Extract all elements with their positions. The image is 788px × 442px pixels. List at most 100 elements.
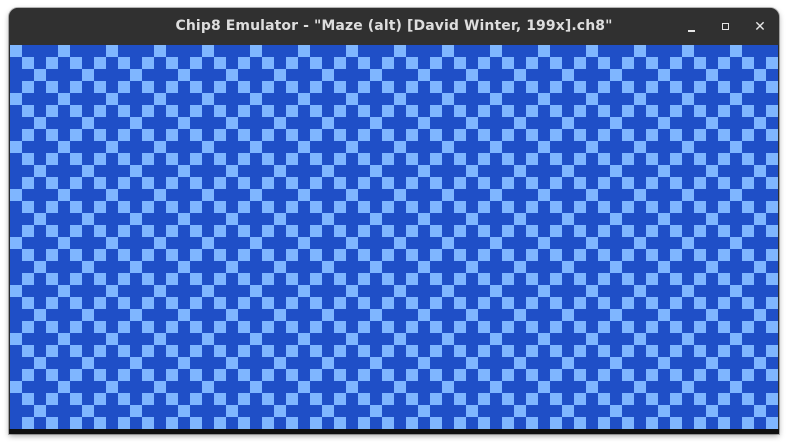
display-pixel (430, 57, 442, 69)
display-pixel (694, 57, 706, 69)
display-pixel (322, 69, 334, 81)
display-pixel (430, 153, 442, 165)
display-pixel (334, 129, 346, 141)
display-pixel (166, 81, 178, 93)
display-pixel (514, 357, 526, 369)
display-pixel (646, 369, 658, 381)
display-pixel (538, 189, 550, 201)
display-pixel (706, 357, 718, 369)
display-pixel (490, 381, 502, 393)
display-pixel (538, 333, 550, 345)
display-pixel (190, 321, 202, 333)
display-pixel (70, 105, 82, 117)
display-pixel (670, 249, 682, 261)
display-pixel (142, 129, 154, 141)
display-pixel (526, 345, 538, 357)
display-pixel (454, 105, 466, 117)
display-pixel (502, 273, 514, 285)
minimize-button[interactable] (680, 16, 704, 38)
display-pixel (622, 249, 634, 261)
display-pixel (406, 417, 418, 429)
display-pixel (142, 273, 154, 285)
display-pixel (538, 45, 550, 57)
maximize-button[interactable] (714, 16, 738, 38)
display-pixel (526, 393, 538, 405)
display-pixel (562, 117, 574, 129)
display-pixel (226, 165, 238, 177)
display-pixel (478, 297, 490, 309)
display-pixel (262, 225, 274, 237)
display-pixel (154, 189, 166, 201)
display-pixel (706, 405, 718, 417)
display-pixel (166, 273, 178, 285)
display-pixel (34, 69, 46, 81)
display-pixel (658, 405, 670, 417)
display-pixel (190, 177, 202, 189)
display-pixel (46, 57, 58, 69)
display-pixel (298, 93, 310, 105)
display-pixel (718, 177, 730, 189)
display-pixel (394, 93, 406, 105)
display-pixel (46, 129, 58, 141)
display-pixel (334, 297, 346, 309)
display-pixel (118, 417, 130, 429)
display-pixel (382, 57, 394, 69)
display-pixel (430, 345, 442, 357)
display-pixel (118, 249, 130, 261)
display-pixel (370, 261, 382, 273)
display-pixel (586, 93, 598, 105)
close-button[interactable]: ✕ (748, 16, 772, 38)
display-pixel (610, 69, 622, 81)
display-pixel (262, 345, 274, 357)
display-pixel (478, 57, 490, 69)
display-pixel (214, 369, 226, 381)
display-pixel (646, 129, 658, 141)
display-pixel (298, 237, 310, 249)
display-pixel (706, 69, 718, 81)
display-pixel (250, 93, 262, 105)
display-pixel (502, 177, 514, 189)
display-pixel (238, 297, 250, 309)
display-pixel (454, 57, 466, 69)
display-pixel (70, 81, 82, 93)
display-pixel (46, 225, 58, 237)
display-pixel (238, 129, 250, 141)
display-pixel (526, 249, 538, 261)
display-pixel (574, 249, 586, 261)
display-pixel (34, 165, 46, 177)
display-pixel (646, 249, 658, 261)
display-pixel (406, 393, 418, 405)
display-pixel (466, 165, 478, 177)
display-pixel (130, 405, 142, 417)
display-pixel (430, 105, 442, 117)
display-pixel (490, 141, 502, 153)
display-pixel (178, 357, 190, 369)
display-pixel (142, 81, 154, 93)
title-bar[interactable]: Chip8 Emulator - "Maze (alt) [David Wint… (9, 8, 779, 45)
display-pixel (310, 177, 322, 189)
display-pixel (694, 273, 706, 285)
display-pixel (22, 81, 34, 93)
display-pixel (490, 333, 502, 345)
display-pixel (598, 57, 610, 69)
display-pixel (82, 117, 94, 129)
display-pixel (742, 129, 754, 141)
display-pixel (754, 117, 766, 129)
display-pixel (262, 417, 274, 429)
display-pixel (262, 177, 274, 189)
display-pixel (622, 297, 634, 309)
display-pixel (94, 273, 106, 285)
display-pixel (334, 225, 346, 237)
display-pixel (442, 381, 454, 393)
display-pixel (10, 333, 22, 345)
display-pixel (118, 201, 130, 213)
chip8-display[interactable] (10, 45, 778, 429)
display-pixel (22, 129, 34, 141)
display-pixel (82, 357, 94, 369)
display-pixel (34, 261, 46, 273)
display-pixel (394, 333, 406, 345)
display-pixel (694, 369, 706, 381)
display-pixel (598, 393, 610, 405)
display-pixel (46, 273, 58, 285)
display-pixel (262, 297, 274, 309)
